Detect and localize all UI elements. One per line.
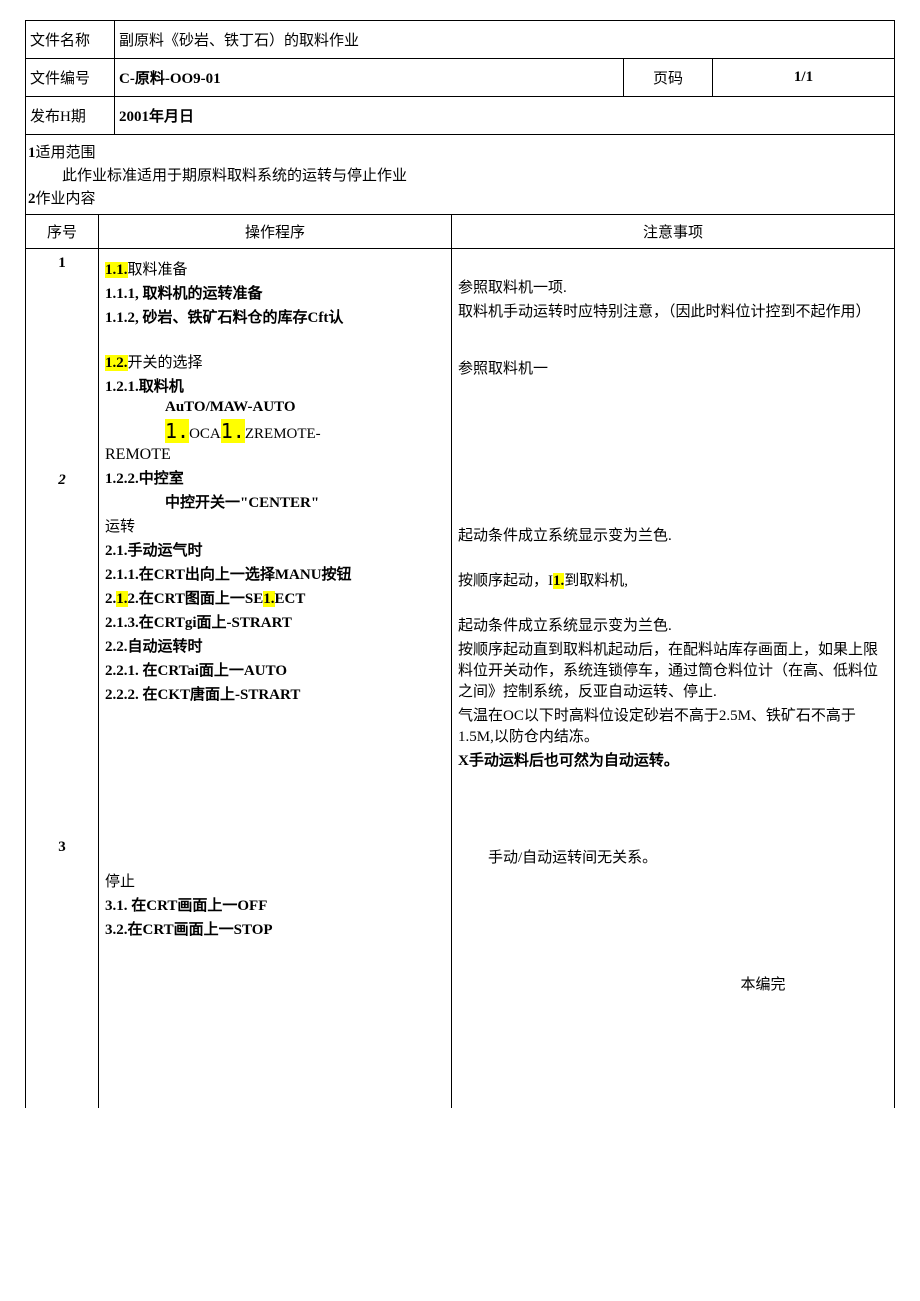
scope-num: 1 [28, 145, 36, 161]
row-proc-cell: 1.1.取料准备 1.1.1, 取料机的运转准备 1.1.2, 砂岩、铁矿石料仓… [99, 249, 452, 1109]
doc-code-label: 文件编号 [26, 59, 115, 97]
content-title: 作业内容 [36, 191, 96, 207]
doc-date-label: 发布H期 [26, 97, 115, 135]
doc-page-value: 1/1 [713, 59, 895, 97]
col-note-header: 注意事项 [452, 215, 895, 249]
doc-code-value: C-原料-OO9-01 [115, 59, 624, 97]
scope-section: 1适用范围 此作业标准适用于期原料取料系统的运转与停止作业 2作业内容 [25, 135, 895, 214]
doc-header-table: 文件名称 副原料《砂岩、铁丁石）的取料作业 文件编号 C-原料-OO9-01 页… [25, 20, 895, 135]
doc-date-value: 2001年月日 [115, 97, 895, 135]
col-proc-header: 操作程序 [99, 215, 452, 249]
scope-title: 适用范围 [36, 145, 96, 161]
row1-seq: 1 2 3 [26, 249, 99, 1109]
row2-seq: 2 [32, 472, 92, 489]
table-row: 1 2 3 1.1.取料准备 1.1.1, 取料机的运转准备 1.1.2, 砂岩… [26, 249, 895, 1109]
end-marker: 本编完 [458, 973, 888, 994]
doc-name-label: 文件名称 [26, 21, 115, 59]
scope-body: 此作业标准适用于期原料取料系统的运转与停止作业 [62, 164, 894, 185]
procedure-table-wrap: 序号 操作程序 注意事项 1 2 3 1.1.取料准备 1.1.1, 取料机的运… [25, 214, 895, 1108]
doc-name-value: 副原料《砂岩、铁丁石）的取料作业 [115, 21, 895, 59]
doc-page-label: 页码 [624, 59, 713, 97]
content-num: 2 [28, 191, 36, 207]
col-seq-header: 序号 [26, 215, 99, 249]
row3-seq: 3 [32, 839, 92, 856]
procedure-table: 序号 操作程序 注意事项 1 2 3 1.1.取料准备 1.1.1, 取料机的运… [25, 214, 895, 1108]
row-note-cell: 参照取料机一项. 取料机手动运转时应特别注意，（因此时料位计控到不起作用） 参照… [452, 249, 895, 1109]
